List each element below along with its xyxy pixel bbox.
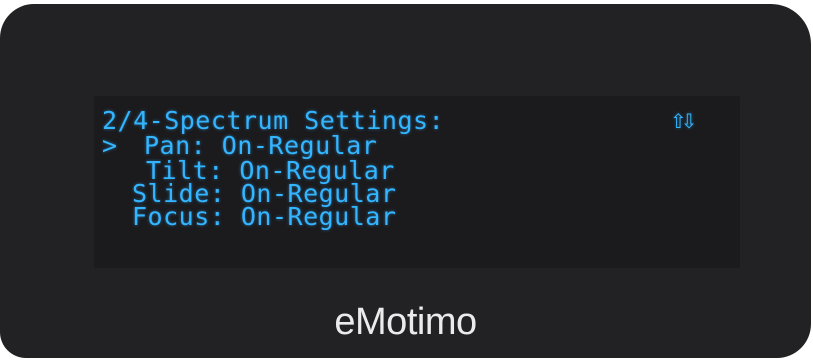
setting-value-focus: On-Regular: [240, 202, 397, 231]
scroll-arrows-icon: ⇧⇩: [670, 109, 698, 133]
lcd-screen: 2/4-Spectrum Settings: ⇧⇩ > Pan: On-Regul…: [94, 96, 740, 268]
brand-logo: eMotimo: [334, 301, 477, 343]
setting-label-focus: Focus:: [132, 202, 226, 231]
device-bezel: 2/4-Spectrum Settings: ⇧⇩ > Pan: On-Regul…: [0, 4, 811, 358]
selection-cursor: >: [102, 131, 118, 160]
setting-row-focus[interactable]: Focus: On-Regular: [102, 204, 396, 230]
